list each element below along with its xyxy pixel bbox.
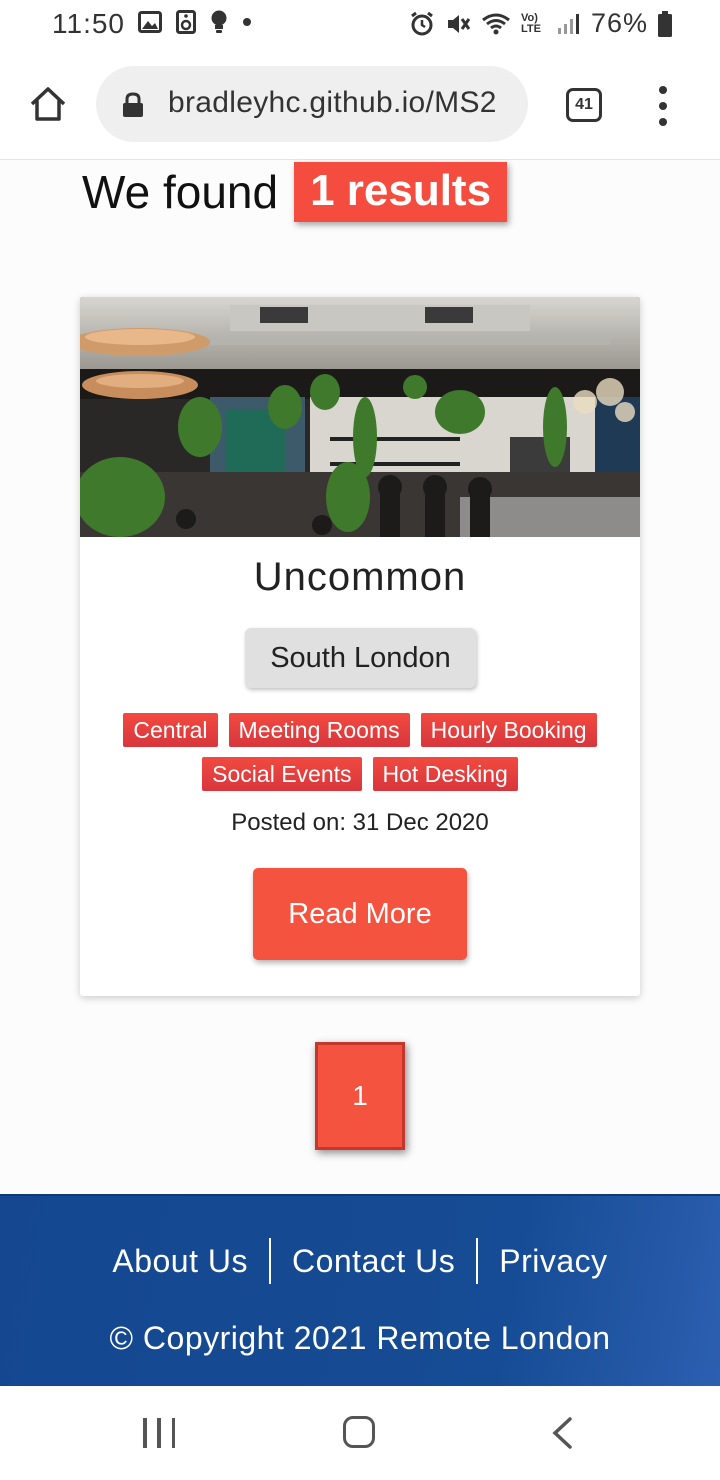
card-title: Uncommon	[253, 555, 467, 599]
mute-icon	[447, 14, 471, 33]
tag-hot-desking: Hot Desking	[372, 757, 518, 791]
address-bar[interactable]: bradleyhc.github.io/MS2	[96, 66, 528, 142]
home-nav-icon[interactable]	[343, 1416, 375, 1448]
signal-icon	[557, 13, 579, 34]
status-bar: 11:50 Vo) LTE 76%	[0, 0, 720, 48]
results-count-badge: 1 results	[294, 162, 508, 222]
status-time: 11:50	[52, 8, 125, 39]
more-menu-icon[interactable]	[656, 86, 670, 126]
area-chip[interactable]: South London	[245, 628, 476, 688]
footer-link-contact[interactable]: Contact Us	[271, 1239, 476, 1283]
recents-icon[interactable]	[143, 1418, 175, 1448]
lock-icon	[123, 92, 143, 117]
read-more-button[interactable]: Read More	[253, 868, 467, 960]
home-icon[interactable]	[28, 84, 68, 124]
tag-social-events: Social Events	[202, 757, 362, 791]
battery-percent: 76%	[590, 8, 648, 38]
status-system-icons: Vo) LTE 76%	[409, 8, 672, 39]
voicemail-icon	[176, 10, 196, 34]
results-prefix: We found	[82, 166, 279, 218]
pagination-page-button[interactable]: 1	[315, 1042, 405, 1150]
tag-row: Central Meeting Rooms Hourly Booking	[80, 713, 640, 747]
alarm-icon	[411, 11, 433, 35]
copyright-text: © Copyright 2021 Remote London	[109, 1320, 611, 1356]
dot-icon	[243, 18, 251, 26]
footer-links: About Us Contact Us Privacy	[0, 1238, 720, 1284]
volte-icon: Vo) LTE	[520, 11, 541, 35]
tag-row: Social Events Hot Desking	[80, 757, 640, 791]
bulb-icon	[211, 10, 227, 33]
battery-icon	[658, 10, 672, 37]
tab-switcher-button[interactable]: 41	[566, 88, 602, 122]
tag-hourly-booking: Hourly Booking	[420, 713, 597, 747]
posted-date: Posted on: 31 Dec 2020	[231, 809, 489, 836]
browser-toolbar: bradleyhc.github.io/MS2 41	[0, 48, 720, 160]
site-footer: About Us Contact Us Privacy © Copyright …	[0, 1194, 720, 1386]
footer-link-privacy[interactable]: Privacy	[478, 1239, 628, 1283]
back-icon[interactable]	[550, 1416, 574, 1450]
card-image	[80, 297, 640, 537]
result-card: Uncommon South London Central Meeting Ro…	[80, 297, 640, 996]
results-heading: We found 1 results	[82, 162, 508, 222]
footer-link-about[interactable]: About Us	[91, 1239, 269, 1283]
system-nav-bar	[0, 1386, 720, 1480]
status-notification-icons	[138, 10, 252, 34]
gallery-icon	[138, 11, 162, 33]
tag-meeting-rooms: Meeting Rooms	[228, 713, 410, 747]
tag-central: Central	[123, 713, 218, 747]
url-text: bradleyhc.github.io/MS2	[168, 86, 497, 119]
wifi-icon	[482, 13, 510, 34]
